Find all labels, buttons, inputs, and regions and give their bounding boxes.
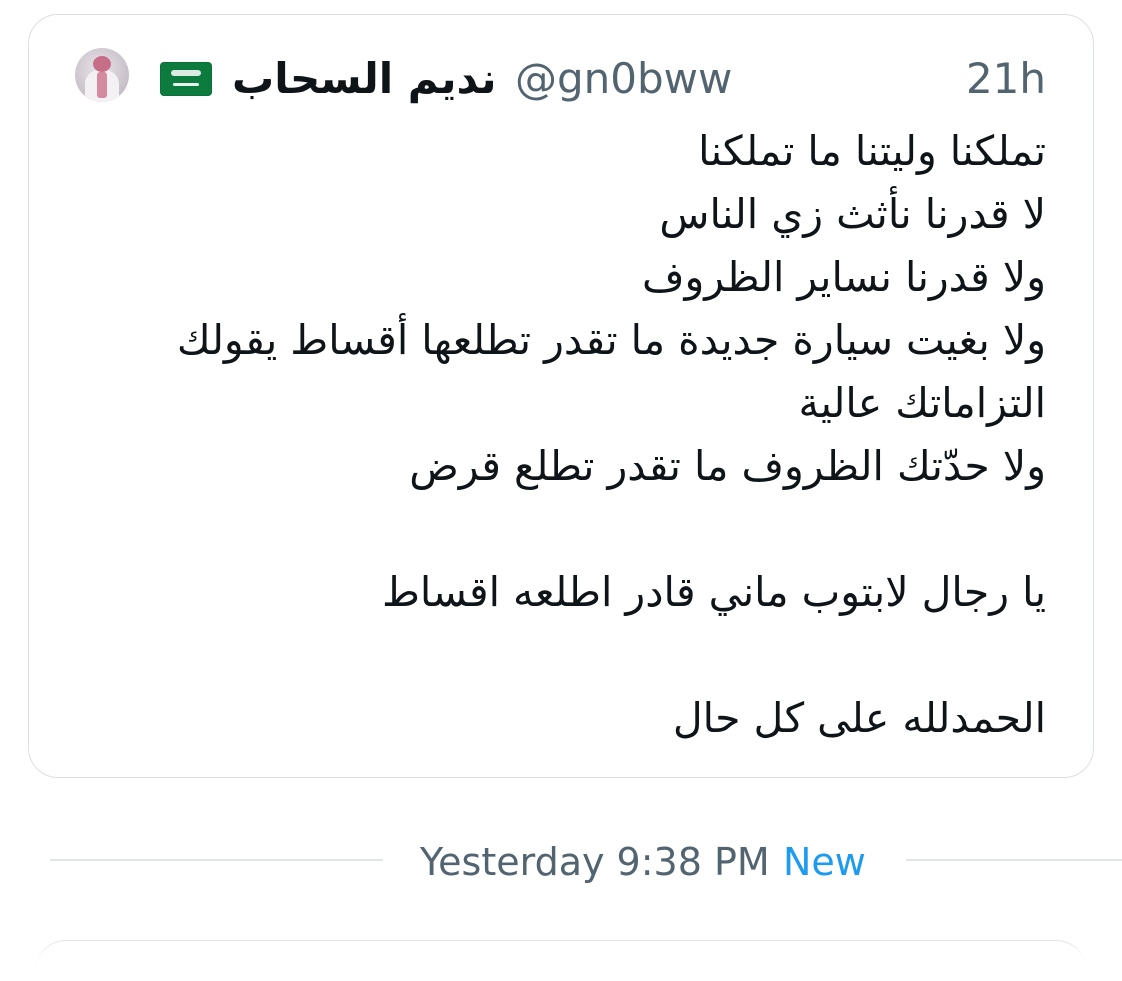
saudi-flag-icon [160,62,212,96]
tweet-line [86,624,1046,687]
flag-sword [173,83,199,86]
tweet-line: يا رجال لابتوب ماني قادر اطلعه اقساط [382,568,1046,616]
avatar[interactable] [75,48,129,102]
new-messages-divider: Yesterday 9:38 PM New [0,830,1122,890]
tweet-line: ولا قدرنا نساير الظروف [641,253,1046,301]
tweet-line: ولا بغيت سيارة جديدة ما تقدر تطلعها أقسا… [176,316,1046,364]
display-name[interactable]: نديم السحاب [232,52,497,106]
avatar-stripe [97,72,107,98]
tweet-line: لا قدرنا نأثث زي الناس [659,190,1046,238]
avatar-head [93,56,111,72]
tweet-line: التزاماتك عالية [798,379,1046,427]
tweet-line [86,498,1046,561]
divider-line-left [50,859,383,861]
tweet-text: تملكنا وليتنا ما تملكنا لا قدرنا نأثث زي… [86,120,1046,750]
divider-line-right [906,859,1122,861]
tweet-timestamp[interactable]: 21h [966,52,1046,106]
divider-timestamp: Yesterday 9:38 PM [420,840,770,884]
tweet-line: ولا حدّتك الظروف ما تقدر تطلع قرض [409,442,1046,490]
new-badge: New [783,840,866,884]
tweet-line: الحمدلله على كل حال [672,694,1046,742]
flag-script [171,70,201,76]
tweet-line: تملكنا وليتنا ما تملكنا [698,127,1046,175]
next-card-edge [36,940,1086,981]
user-handle[interactable]: @gn0bww [515,52,732,106]
